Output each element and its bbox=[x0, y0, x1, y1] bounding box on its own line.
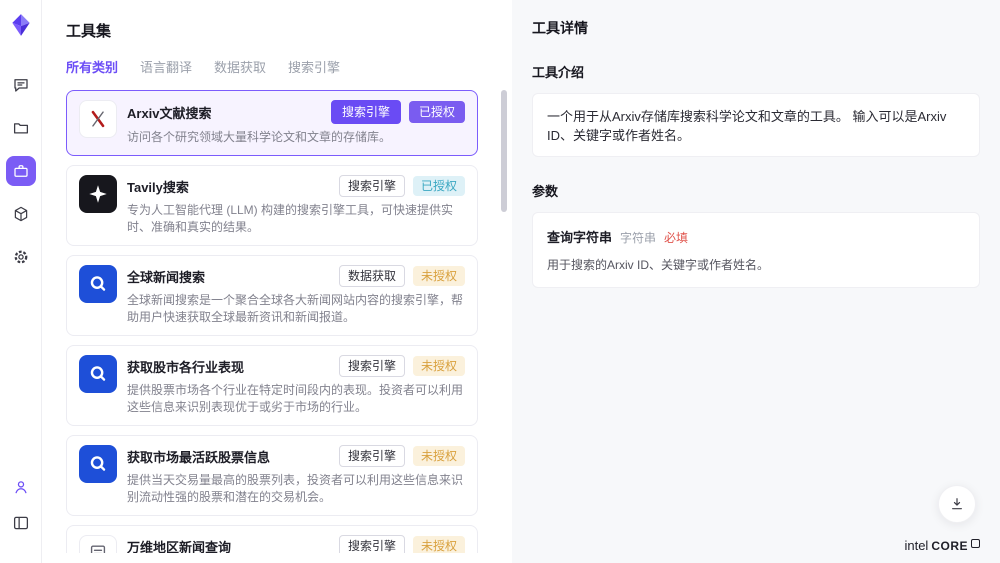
tool-auth-badge[interactable]: 未授权 bbox=[413, 266, 465, 286]
user-icon[interactable] bbox=[6, 472, 36, 502]
global-news-icon bbox=[79, 265, 117, 303]
tool-auth-badge[interactable]: 未授权 bbox=[413, 536, 465, 553]
arxiv-logo-icon bbox=[79, 100, 117, 138]
params-heading: 参数 bbox=[532, 181, 980, 200]
tool-description: 全球新闻搜索是一个聚合全球各大新闻网站内容的搜索引擎，帮助用户快速获取全球最新资… bbox=[127, 292, 465, 326]
regional-news-icon bbox=[79, 535, 117, 553]
param-type: 字符串 bbox=[620, 229, 656, 246]
tool-card-regional-news[interactable]: 万维地区新闻查询 搜索引擎 未授权 查询具体行政区划内的新闻，快速了解各地新闻动… bbox=[66, 525, 478, 553]
tool-category-badge: 搜索引擎 bbox=[339, 535, 405, 553]
scrollbar-thumb[interactable] bbox=[501, 90, 507, 212]
param-name: 查询字符串 bbox=[547, 227, 612, 246]
intro-heading: 工具介绍 bbox=[532, 62, 980, 81]
tool-card-active-stocks[interactable]: 获取市场最活跃股票信息 搜索引擎 未授权 提供当天交易量最高的股票列表，投资者可… bbox=[66, 435, 478, 516]
tool-card-global-news[interactable]: 全球新闻搜索 数据获取 未授权 全球新闻搜索是一个聚合全球各大新闻网站内容的搜索… bbox=[66, 255, 478, 336]
tools-list-panel: 工具集 所有类别 语言翻译 数据获取 搜索引擎 Arxiv文献搜索 bbox=[42, 0, 512, 563]
tab-search-engine[interactable]: 搜索引擎 bbox=[288, 57, 340, 76]
tool-card-list: Arxiv文献搜索 搜索引擎 已授权 访问各个研究领域大量科学论文和文章的存储库… bbox=[66, 90, 478, 553]
tool-intro-card: 一个用于从Arxiv存储库搜索科学论文和文章的工具。 输入可以是Arxiv ID… bbox=[532, 93, 980, 157]
toolbox-icon[interactable] bbox=[6, 156, 36, 186]
icon-rail bbox=[0, 0, 42, 563]
param-description: 用于搜索的Arxiv ID、关键字或作者姓名。 bbox=[547, 256, 965, 273]
tool-category-badge: 搜索引擎 bbox=[339, 175, 405, 197]
tool-name: 全球新闻搜索 bbox=[127, 267, 205, 286]
intel-core-logo: intel CORE bbox=[904, 538, 980, 553]
param-required-badge: 必填 bbox=[664, 229, 688, 246]
tool-category-badge: 数据获取 bbox=[339, 265, 405, 287]
tool-description: 访问各个研究领域大量科学论文和文章的存储库。 bbox=[127, 129, 465, 146]
collapse-panel-icon[interactable] bbox=[6, 508, 36, 538]
tool-auth-badge[interactable]: 已授权 bbox=[413, 176, 465, 196]
details-title: 工具详情 bbox=[532, 18, 980, 38]
tool-name: 获取市场最活跃股票信息 bbox=[127, 447, 270, 466]
param-card: 查询字符串 字符串 必填 用于搜索的Arxiv ID、关键字或作者姓名。 bbox=[532, 212, 980, 288]
intel-badge-box bbox=[971, 539, 980, 548]
tool-details-panel: 工具详情 工具介绍 一个用于从Arxiv存储库搜索科学论文和文章的工具。 输入可… bbox=[512, 0, 1000, 563]
tool-description: 专为人工智能代理 (LLM) 构建的搜索引擎工具，可快速提供实时、准确和真实的结… bbox=[127, 202, 465, 236]
tool-card-stock-sectors[interactable]: 获取股市各行业表现 搜索引擎 未授权 提供股票市场各个行业在特定时间段内的表现。… bbox=[66, 345, 478, 426]
tool-intro-text: 一个用于从Arxiv存储库搜索科学论文和文章的工具。 输入可以是Arxiv ID… bbox=[547, 109, 946, 143]
tool-description: 提供股票市场各个行业在特定时间段内的表现。投资者可以利用这些信息来识别表现优于或… bbox=[127, 382, 465, 416]
chat-icon[interactable] bbox=[6, 70, 36, 100]
folder-icon[interactable] bbox=[6, 113, 36, 143]
tool-card-arxiv[interactable]: Arxiv文献搜索 搜索引擎 已授权 访问各个研究领域大量科学论文和文章的存储库… bbox=[66, 90, 478, 156]
category-tabs: 所有类别 语言翻译 数据获取 搜索引擎 bbox=[66, 57, 512, 76]
tool-name: 获取股市各行业表现 bbox=[127, 357, 244, 376]
package-icon[interactable] bbox=[6, 199, 36, 229]
settings-gear-icon[interactable] bbox=[6, 242, 36, 272]
core-wordmark: CORE bbox=[931, 539, 968, 553]
tool-category-badge: 搜索引擎 bbox=[331, 100, 401, 124]
tab-data-fetching[interactable]: 数据获取 bbox=[214, 57, 266, 76]
tools-panel-title: 工具集 bbox=[66, 20, 512, 41]
tool-category-badge: 搜索引擎 bbox=[339, 355, 405, 377]
active-stocks-icon bbox=[79, 445, 117, 483]
tool-auth-badge[interactable]: 已授权 bbox=[409, 101, 465, 123]
tool-category-badge: 搜索引擎 bbox=[339, 445, 405, 467]
tool-auth-badge[interactable]: 未授权 bbox=[413, 356, 465, 376]
tool-card-tavily[interactable]: Tavily搜索 搜索引擎 已授权 专为人工智能代理 (LLM) 构建的搜索引擎… bbox=[66, 165, 478, 246]
download-icon bbox=[949, 496, 965, 512]
app-logo-icon[interactable] bbox=[8, 12, 34, 38]
tool-description: 提供当天交易量最高的股票列表，投资者可以利用这些信息来识别流动性强的股票和潜在的… bbox=[127, 472, 465, 506]
stock-sector-icon bbox=[79, 355, 117, 393]
app-window: 工具集 所有类别 语言翻译 数据获取 搜索引擎 Arxiv文献搜索 bbox=[0, 0, 1000, 563]
tavily-star-icon bbox=[79, 175, 117, 213]
tab-all-categories[interactable]: 所有类别 bbox=[66, 57, 118, 76]
tab-language-translation[interactable]: 语言翻译 bbox=[140, 57, 192, 76]
tool-name: Tavily搜索 bbox=[127, 177, 189, 196]
tool-auth-badge[interactable]: 未授权 bbox=[413, 446, 465, 466]
tool-name: Arxiv文献搜索 bbox=[127, 103, 212, 122]
tool-name: 万维地区新闻查询 bbox=[127, 537, 231, 554]
intel-wordmark: intel bbox=[904, 538, 928, 553]
download-button[interactable] bbox=[938, 485, 976, 523]
